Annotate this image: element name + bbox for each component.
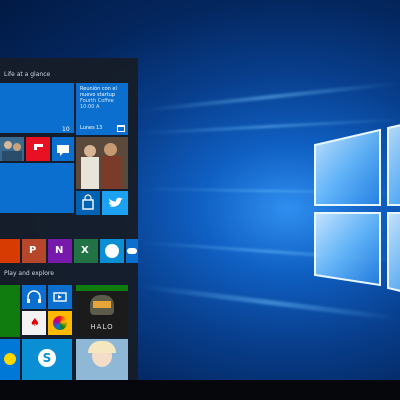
avatar [13,143,21,151]
start-menu: Life at a glance Reunión con el nuevo st… [0,58,138,380]
onenote-icon: N [55,245,64,256]
message-icon [57,145,69,156]
tile-people[interactable] [0,137,24,161]
headphones-icon [27,290,41,303]
cloud-icon [127,248,137,254]
tile-solitaire[interactable]: ♠ [22,311,46,335]
tile-frozen[interactable] [76,339,128,380]
avatar [4,141,12,149]
halo-wordmark: HALO [90,323,114,331]
flipboard-icon [34,144,43,150]
tile-powerpoint[interactable]: P [22,239,46,263]
tile-flipboard[interactable] [26,137,50,161]
group-label-life-at-a-glance: Life at a glance [4,71,51,78]
tile-excel[interactable]: X [74,239,98,263]
tile-calendar[interactable]: Reunión con el nuevo startup Fourth Coff… [76,83,128,135]
photo-person [104,143,117,156]
taskbar [0,380,400,400]
tile-groove-music[interactable] [22,285,46,309]
film-icon [53,292,67,302]
skype-icon [105,244,119,258]
tile-wide-blue[interactable] [0,163,74,213]
excel-icon: X [81,245,89,256]
windows-logo-light [314,124,400,292]
tile-photos[interactable] [76,137,128,189]
tile-shazam[interactable]: S [22,339,72,380]
shazam-icon: S [38,349,56,367]
tile-halo[interactable]: HALO [76,285,128,337]
twitter-bird-icon [109,197,123,207]
tile-skype[interactable] [100,239,124,263]
tile-candy[interactable] [48,311,72,335]
light-beam [140,81,400,113]
calendar-event-time: 10:00 A [80,104,100,110]
powerpoint-icon: P [29,245,37,256]
group-label-play-and-explore: Play and explore [4,270,54,277]
tile-messaging[interactable] [52,137,74,161]
tile-minion-game[interactable] [0,339,20,380]
photo-person [84,145,96,157]
calendar-day-name: Lunes [80,125,95,131]
tile-onedrive[interactable] [126,239,138,263]
card-suit-icon: ♠ [30,316,40,329]
candy-icon [53,316,67,330]
calendar-day-number: 13 [96,125,103,131]
tile-onenote[interactable]: N [48,239,72,263]
tile-store[interactable] [76,191,100,215]
store-bag-icon [82,194,94,210]
tile-movies-tv[interactable] [48,285,72,309]
tile-twitter[interactable] [102,191,128,215]
mail-count: 10 [62,126,70,133]
tile-xbox[interactable] [0,285,20,337]
calendar-icon [117,125,125,132]
tile-office-partial[interactable] [0,239,20,263]
